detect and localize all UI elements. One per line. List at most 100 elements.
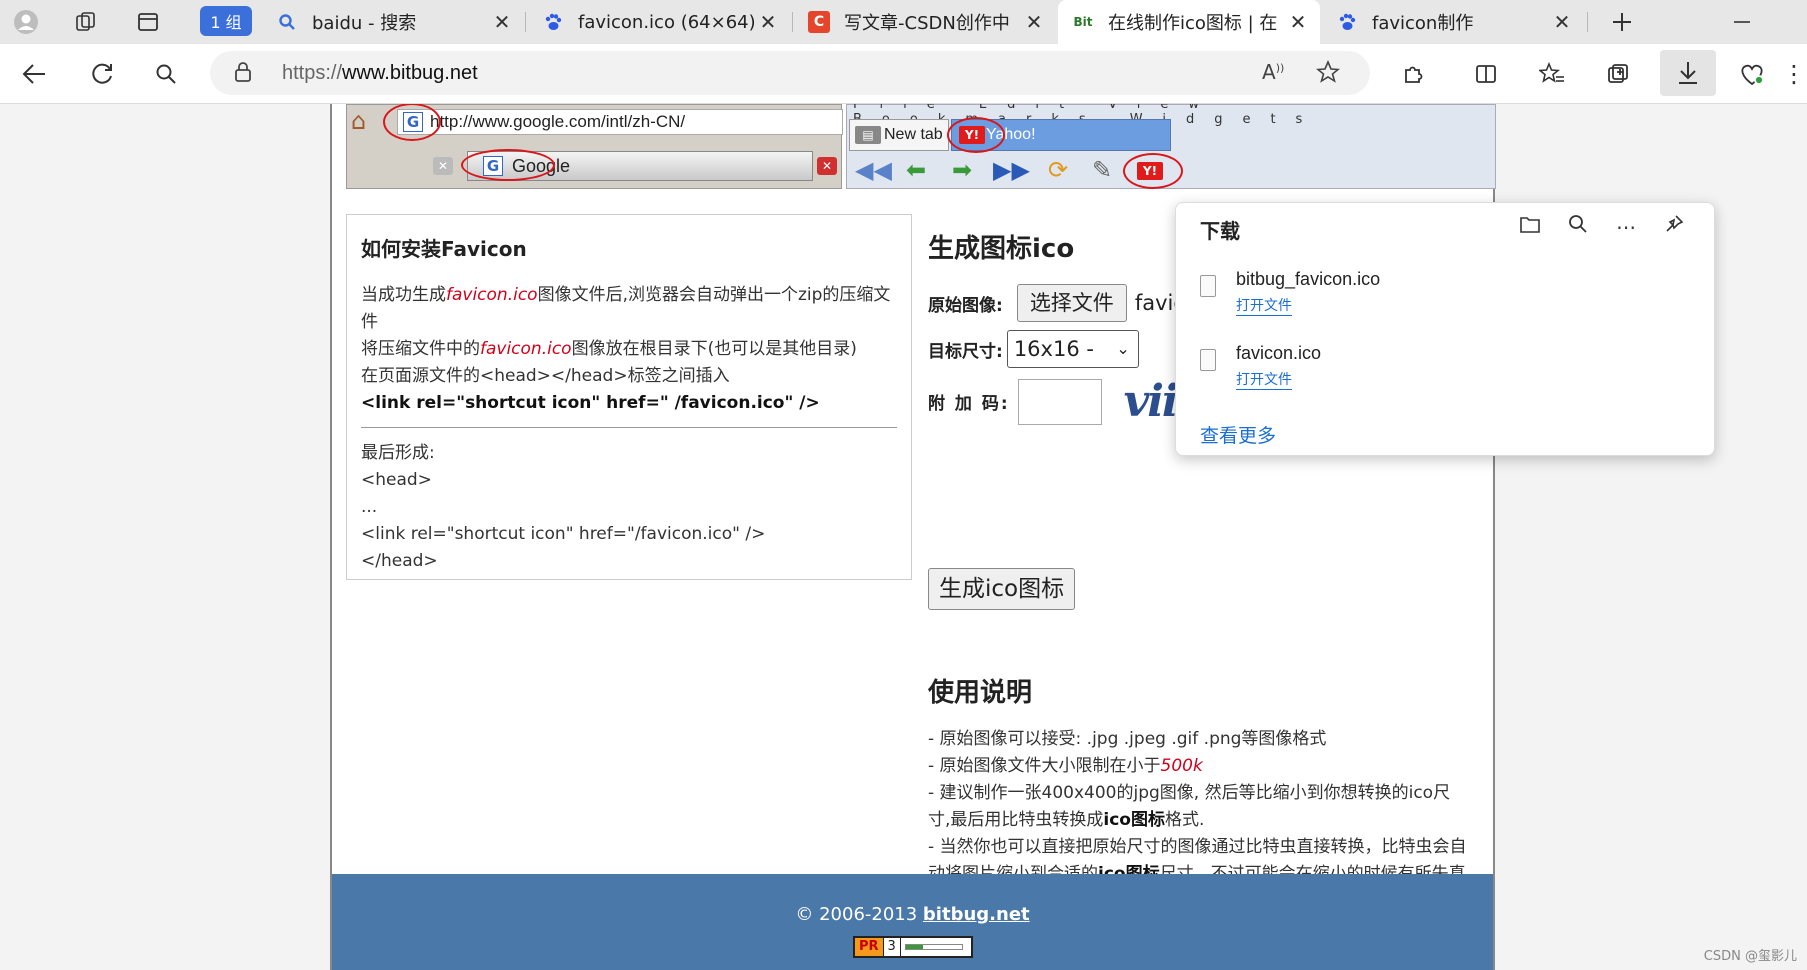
tab-close-icon: ✕ (433, 157, 453, 175)
tab-title: favicon.ico (64×64) (578, 11, 754, 33)
copyright-text: © 2006-2013 (795, 904, 923, 925)
install-instructions: 如何安装Favicon 当成功生成favicon.ico图像文件后,浏览器会自动… (346, 214, 912, 580)
text: 将压缩文件中的 (361, 339, 480, 359)
divider (361, 427, 897, 428)
tab-close-icon: ✕ (817, 157, 837, 175)
browser-essentials-icon[interactable] (1734, 56, 1770, 92)
chevron-down-icon: ⌄ (1116, 339, 1130, 358)
pagerank-badge[interactable]: PR 3 (853, 936, 973, 958)
pr-value: 3 (884, 938, 901, 956)
more-options-icon[interactable]: ⋯ (1612, 213, 1640, 241)
new-tab-icon[interactable] (1602, 8, 1642, 36)
red-circle-mark (461, 149, 555, 181)
size-select-value: 16x16 - (1013, 337, 1094, 361)
tab-bitbug-active[interactable]: Bit 在线制作ico图标 | 在 ✕ (1058, 0, 1320, 44)
tab-actions-icon[interactable] (134, 8, 162, 36)
yahoo-illustration: File Edit View Bookmarks Widgets New tab… (846, 104, 1496, 189)
final-line-1: <head> (361, 470, 432, 490)
minimize-icon[interactable] (1722, 8, 1762, 36)
close-icon[interactable]: ✕ (488, 10, 516, 34)
final-label: 最后形成: (361, 443, 435, 463)
code-row: 附 加 码: viie (928, 376, 1205, 427)
bitbug-icon: Bit (1073, 15, 1093, 29)
home-icon: ⌂ (351, 107, 367, 135)
close-icon[interactable]: ✕ (1548, 10, 1576, 34)
workspaces-icon[interactable] (72, 8, 100, 36)
browser-favicon-illustration: ⌂ http://www.google.com/intl/zh-CN/ G ✕ … (346, 104, 1496, 189)
download-filename: favicon.ico (1236, 343, 1322, 363)
page-footer: © 2006-2013 bitbug.net PR 3 (332, 874, 1493, 970)
install-line-3: 在页面源文件的<head></head>标签之间插入 (361, 366, 730, 386)
tab-favicon-ico[interactable]: favicon.ico (64×64) ✕ (528, 0, 790, 44)
url-text[interactable]: https://www.bitbug.net (282, 62, 478, 85)
fastforward-icon: ▶▶ (993, 156, 1030, 184)
size-select[interactable]: 16x16 - ⌄ (1006, 330, 1139, 368)
lock-icon[interactable] (234, 61, 252, 88)
google-illustration: ⌂ http://www.google.com/intl/zh-CN/ G ✕ … (346, 104, 843, 189)
final-line-3: <link rel="shortcut icon" href="/favicon… (361, 524, 766, 544)
tab-separator (525, 12, 526, 32)
web-viewport: ⌂ http://www.google.com/intl/zh-CN/ G ✕ … (0, 104, 1807, 970)
red-circle-mark (1123, 153, 1183, 189)
toolbar: https://www.bitbug.net A)) ⋮ (0, 44, 1807, 104)
split-screen-icon[interactable] (1468, 56, 1504, 92)
open-file-link[interactable]: 打开文件 (1236, 369, 1292, 390)
address-bar[interactable]: https://www.bitbug.net A)) (210, 51, 1370, 95)
text: 当成功生成 (361, 285, 446, 305)
final-line-2: ... (361, 497, 378, 517)
emphasis: ico图标 (1103, 810, 1165, 830)
back-icon[interactable] (16, 56, 52, 92)
tab-csdn-write[interactable]: C 写文章-CSDN创作中 ✕ (794, 0, 1056, 44)
open-file-link[interactable]: 打开文件 (1236, 295, 1292, 316)
close-icon[interactable]: ✕ (754, 10, 782, 34)
favorite-star-icon[interactable] (1315, 59, 1341, 89)
illustration-menu: File Edit View Bookmarks Widgets (853, 104, 1323, 127)
close-icon[interactable]: ✕ (1020, 10, 1048, 34)
tab-baidu-search[interactable]: baidu - 搜索 ✕ (262, 0, 524, 44)
favorites-icon[interactable] (1534, 56, 1570, 92)
tab-separator (792, 12, 793, 32)
page-icon: ▤ (855, 126, 881, 144)
search-icon (276, 11, 298, 33)
rewind-icon: ◀◀ (855, 156, 892, 184)
search-icon[interactable] (148, 56, 184, 92)
text: 格式. (1165, 810, 1205, 830)
usage-line-2: - 原始图像文件大小限制在小于500k (928, 753, 1468, 780)
source-row: 原始图像: 选择文件 favic (928, 284, 1185, 322)
profile-icon[interactable] (12, 8, 40, 36)
generate-button[interactable]: 生成ico图标 (928, 568, 1076, 610)
more-menu-icon[interactable]: ⋮ (1782, 56, 1806, 92)
refresh-icon[interactable] (84, 56, 120, 92)
search-icon[interactable] (1564, 213, 1592, 241)
close-icon[interactable]: ✕ (1284, 10, 1312, 34)
choose-file-button[interactable]: 选择文件 (1016, 284, 1127, 322)
collections-icon[interactable] (1600, 56, 1636, 92)
tab-title: 写文章-CSDN创作中 (844, 13, 1010, 34)
install-code: <link rel="shortcut icon" href=" /favico… (361, 393, 820, 413)
tab-favicon-make[interactable]: favicon制作 ✕ (1322, 0, 1584, 44)
tab-group-label[interactable]: 1 组 (200, 6, 252, 36)
pin-icon[interactable] (1660, 213, 1688, 241)
downloads-title: 下载 (1200, 219, 1240, 243)
tab-title: 在线制作ico图标 | 在 (1108, 13, 1278, 34)
download-filename: bitbug_favicon.ico (1236, 269, 1381, 289)
csdn-c-icon: C (808, 11, 830, 33)
folder-icon[interactable] (1516, 213, 1544, 241)
usage-text: - 原始图像可以接受: .jpg .jpeg .gif .png等图像格式 - … (928, 726, 1468, 888)
captcha-input[interactable] (1017, 378, 1102, 425)
url-protocol: https:// (282, 62, 343, 84)
source-label: 原始图像: (928, 295, 1003, 316)
usage-title: 使用说明 (928, 678, 1033, 708)
tab-separator (1587, 12, 1588, 32)
read-aloud-icon[interactable]: A)) (1262, 60, 1284, 84)
extensions-icon[interactable] (1396, 56, 1432, 92)
site-link[interactable]: bitbug.net (923, 904, 1030, 925)
tab-strip: 1 组 baidu - 搜索 ✕ favicon.ico (64×64) ✕ C… (0, 0, 1807, 44)
watermark: CSDN @玺影儿 (1703, 949, 1797, 964)
install-line-2: 将压缩文件中的favicon.ico图像放在根目录下(也可以是其他目录) (361, 336, 897, 363)
tab-title: favicon制作 (1372, 13, 1474, 34)
file-icon (1200, 275, 1216, 297)
downloads-icon[interactable] (1660, 50, 1716, 96)
baidu-paw-icon (1336, 11, 1358, 33)
see-more-link[interactable]: 查看更多 (1200, 421, 1276, 448)
